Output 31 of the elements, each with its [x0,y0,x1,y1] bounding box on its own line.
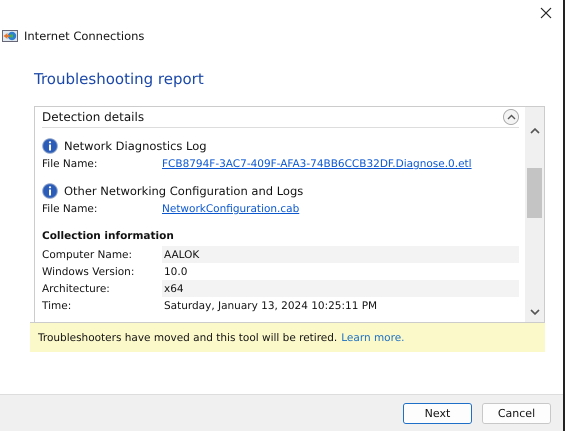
file-link[interactable]: NetworkConfiguration.cab [162,203,300,215]
scroll-up-icon[interactable] [530,127,540,134]
next-button[interactable]: Next [403,402,472,424]
network-globe-icon [2,29,18,43]
notice-text: Troubleshooters have moved and this tool will be retired. [38,332,338,344]
info-icon [42,138,58,154]
log-name: Network Diagnostics Log [64,139,207,153]
field-label: File Name: [42,203,98,215]
field-value: AALOK [162,246,519,263]
scroll-down-icon[interactable] [530,309,540,316]
scrollbar-thumb[interactable] [527,168,542,218]
window-title: Internet Connections [24,29,144,43]
learn-more-link[interactable]: Learn more. [341,332,404,344]
log-name: Other Networking Configuration and Logs [64,184,304,198]
section-title: Detection details [42,110,144,124]
close-icon[interactable] [539,6,553,20]
section-title: Collection information [42,229,175,244]
page-heading: Troubleshooting report [34,70,205,90]
field-label: File Name: [42,158,98,170]
field-label: Computer Name: [42,248,134,260]
file-link[interactable]: FCB8794F-3AC7-409F-AFA3-74BB6CCB32DF.Diagnose.0.etl [162,158,472,170]
cancel-button[interactable]: Cancel [482,402,551,424]
field-value: 10.0 [163,264,188,280]
field-label: Time: [42,300,72,312]
field-value: x64 [162,280,519,297]
scrollbar[interactable] [525,107,544,322]
field-label: Windows Version: [42,266,136,278]
field-label: Architecture: [42,282,111,294]
info-icon [42,183,58,199]
collapse-icon[interactable] [503,109,519,125]
field-value: Saturday, January 13, 2024 10:25:11 PM [163,298,378,314]
